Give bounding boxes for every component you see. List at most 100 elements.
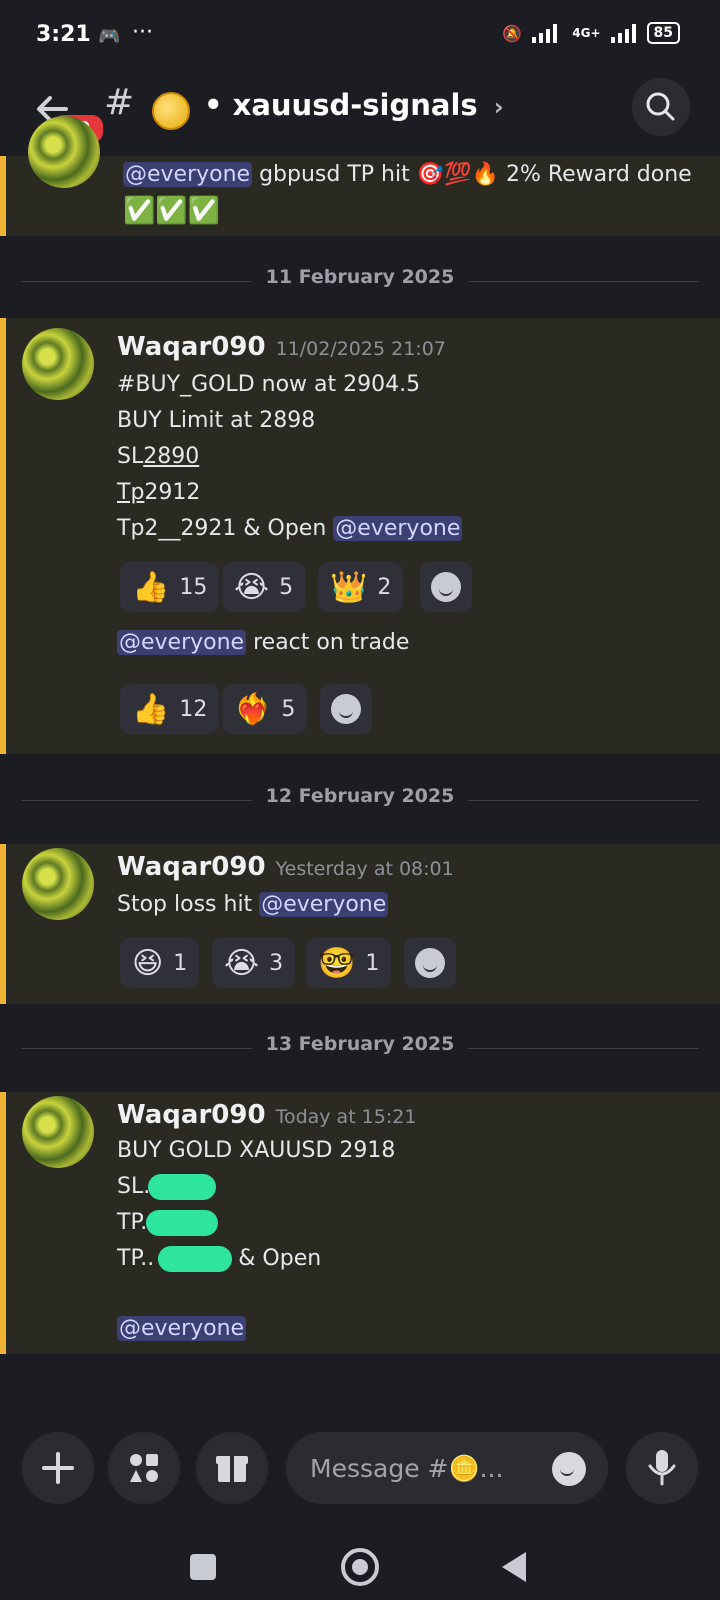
message-line: Tp2__2921 & Open @everyone xyxy=(117,516,463,541)
reaction-laughing[interactable]: 😆 1 xyxy=(120,938,200,988)
crying-icon: 😭 xyxy=(234,569,270,605)
add-reaction-button[interactable] xyxy=(320,684,372,734)
add-reaction-button[interactable] xyxy=(404,938,456,988)
tp2-text: Tp2__2921 & Open xyxy=(117,516,327,541)
avatar[interactable] xyxy=(22,1096,94,1168)
thumbs-up-icon: 👍 xyxy=(132,569,170,605)
coin-icon xyxy=(152,92,190,130)
avatar[interactable] xyxy=(22,328,94,400)
timestamp: Yesterday at 08:01 xyxy=(275,858,454,880)
back-triangle-icon[interactable] xyxy=(500,1550,530,1584)
more-notifications-icon: ··· xyxy=(132,20,153,45)
nerd-face-icon: 🤓 xyxy=(318,945,356,981)
reaction-thumbs-up[interactable]: 👍 15 xyxy=(120,562,220,612)
add-reaction-button[interactable] xyxy=(420,562,472,612)
reaction-count: 12 xyxy=(179,696,208,722)
message-input[interactable]: Message #🪙... xyxy=(286,1432,608,1504)
crown-icon: 👑 xyxy=(330,569,368,605)
mention[interactable]: @everyone xyxy=(333,516,463,541)
status-time: 3:21 xyxy=(36,22,91,47)
add-reaction-icon xyxy=(331,694,361,724)
reaction-crying[interactable]: 😭 5 xyxy=(222,562,306,612)
emoji-picker-icon[interactable] xyxy=(552,1452,586,1486)
apps-button[interactable] xyxy=(108,1432,180,1504)
battery-icon: 85 xyxy=(646,22,680,44)
tp-value: 2912 xyxy=(144,480,201,505)
fire-emoji: 🔥 xyxy=(471,162,499,187)
message-line: Tp2912 xyxy=(117,480,200,505)
add-reaction-icon xyxy=(431,572,461,602)
message-line: BUY Limit at 2898 xyxy=(117,408,316,433)
timestamp: Today at 15:21 xyxy=(275,1106,417,1128)
message-line: Stop loss hit @everyone xyxy=(117,892,389,917)
message-line: @everyone gbpusd TP hit 🎯💯🔥 2% Reward do… xyxy=(123,162,692,187)
message-partial[interactable]: @everyone gbpusd TP hit 🎯💯🔥 2% Reward do… xyxy=(0,116,720,236)
username[interactable]: Waqar090 Yesterday at 08:01 xyxy=(117,852,454,882)
gift-icon xyxy=(216,1456,248,1482)
home-button[interactable] xyxy=(341,1548,379,1586)
mute-bell-icon: 🔕 xyxy=(502,23,523,43)
add-attachment-button[interactable] xyxy=(22,1432,94,1504)
date-divider-label: 13 February 2025 xyxy=(265,1033,455,1055)
signal-icon xyxy=(532,24,558,43)
avatar[interactable] xyxy=(22,848,94,920)
redaction-mark xyxy=(146,1210,218,1236)
message-line: SL2890 xyxy=(117,444,199,469)
message-composer: Message #🪙... xyxy=(0,1420,720,1530)
reaction-count: 1 xyxy=(173,950,188,976)
date-divider: 12 February 2025 xyxy=(22,785,698,815)
plus-icon xyxy=(42,1452,74,1484)
crying-icon: 😭 xyxy=(224,945,260,981)
message-group[interactable]: Waqar090 11/02/2025 21:07 #BUY_GOLD now a… xyxy=(0,318,720,754)
mention[interactable]: @everyone xyxy=(117,1316,247,1341)
apps-icon xyxy=(130,1454,158,1482)
tp-prefix: Tp xyxy=(117,480,145,505)
channel-title[interactable]: • xauusd-signals › xyxy=(204,88,504,122)
message-group[interactable]: Waqar090 Today at 15:21 BUY GOLD XAUUSD 2… xyxy=(0,1092,720,1354)
message-text: & Open xyxy=(238,1246,322,1271)
hash-icon: # xyxy=(104,82,135,123)
message-text: 2% Reward done xyxy=(505,162,692,187)
tp-prefix: TP.. xyxy=(117,1246,155,1271)
message-group[interactable]: Waqar090 Yesterday at 08:01 Stop loss hit… xyxy=(0,844,720,1004)
username[interactable]: Waqar090 Today at 15:21 xyxy=(117,1100,416,1130)
date-divider: 11 February 2025 xyxy=(22,266,698,296)
date-divider-label: 11 February 2025 xyxy=(265,266,455,288)
channel-bullet: • xyxy=(204,88,233,122)
mention[interactable]: @everyone xyxy=(123,162,253,187)
microphone-icon xyxy=(648,1450,676,1486)
reaction-crying[interactable]: 😭 3 xyxy=(212,938,296,988)
gift-button[interactable] xyxy=(196,1432,268,1504)
discord-notification-icon: 🎮 xyxy=(98,26,121,47)
mention[interactable]: @everyone xyxy=(259,892,389,917)
sl-value: 2890 xyxy=(143,444,200,469)
add-reaction-icon xyxy=(415,948,445,978)
voice-message-button[interactable] xyxy=(626,1432,698,1504)
reaction-nerd[interactable]: 🤓 1 xyxy=(306,938,392,988)
message-text: react on trade xyxy=(253,630,410,655)
reaction-count: 3 xyxy=(269,950,284,976)
reaction-count: 2 xyxy=(377,574,392,600)
mention[interactable]: @everyone xyxy=(117,630,247,655)
reaction-count: 5 xyxy=(279,574,294,600)
username[interactable]: Waqar090 11/02/2025 21:07 xyxy=(117,332,446,362)
system-navigation-bar xyxy=(0,1530,720,1600)
search-button[interactable] xyxy=(632,78,690,136)
thumbs-up-icon: 👍 xyxy=(132,691,170,727)
username-text: Waqar090 xyxy=(117,1100,266,1130)
username-text: Waqar090 xyxy=(117,332,266,362)
recents-button[interactable] xyxy=(190,1554,216,1580)
reaction-count: 15 xyxy=(179,574,208,600)
network-type: 4G+ xyxy=(572,26,601,40)
reaction-heart-fire[interactable]: ❤️‍🔥 5 xyxy=(222,684,308,734)
reaction-thumbs-up[interactable]: 👍 12 xyxy=(120,684,220,734)
message-line: @everyone react on trade xyxy=(117,630,409,655)
message-line: #BUY_GOLD now at 2904.5 xyxy=(117,372,421,397)
message-text: gbpusd TP hit xyxy=(259,162,410,187)
redaction-mark xyxy=(148,1174,216,1200)
status-bar: 3:21 🎮 ··· 🔕 4G+ 85 xyxy=(0,0,720,72)
redaction-mark xyxy=(158,1246,232,1272)
message-line: BUY GOLD XAUUSD 2918 xyxy=(117,1138,396,1163)
reaction-crown[interactable]: 👑 2 xyxy=(318,562,404,612)
date-divider: 13 February 2025 xyxy=(22,1033,698,1063)
